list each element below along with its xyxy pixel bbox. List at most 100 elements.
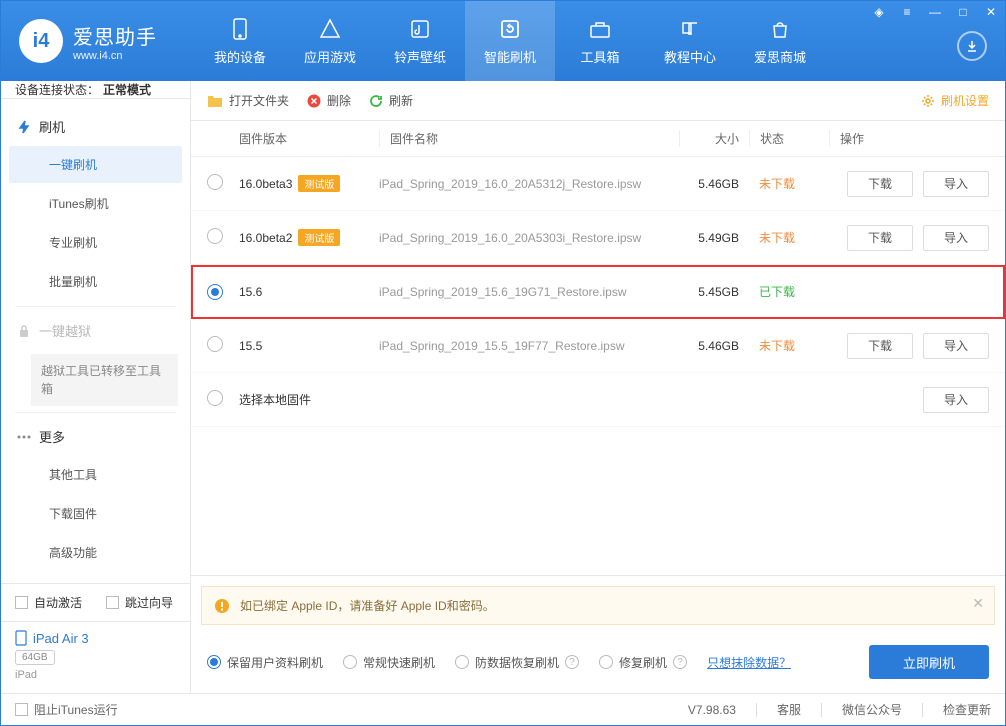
device-capacity: 64GB [15, 650, 55, 665]
nav-flash[interactable]: 智能刷机 [465, 1, 555, 81]
import-button[interactable]: 导入 [923, 333, 989, 359]
download-button[interactable]: 下载 [847, 225, 913, 251]
block-itunes-checkbox[interactable] [15, 703, 28, 716]
opt-anti-recover[interactable]: 防数据恢复刷机? [455, 654, 579, 671]
nav-toolbox[interactable]: 工具箱 [555, 1, 645, 81]
opt-normal[interactable]: 常规快速刷机 [343, 654, 435, 671]
maximize-button[interactable]: □ [949, 1, 977, 23]
firmware-version: 选择本地固件 [239, 393, 311, 407]
auto-activate-row: 自动激活 跳过向导 [1, 584, 190, 621]
opt-keep-data[interactable]: 保留用户资料刷机 [207, 654, 323, 671]
gear-icon [921, 94, 935, 108]
skip-guide-checkbox[interactable] [106, 596, 119, 609]
table-row[interactable]: 选择本地固件 导入 [191, 373, 1005, 427]
table-row[interactable]: 16.0beta2测试版 iPad_Spring_2019_16.0_20A53… [191, 211, 1005, 265]
minimize-button[interactable]: — [921, 1, 949, 23]
firmware-version: 16.0beta2 [239, 231, 292, 245]
row-radio[interactable] [207, 336, 223, 352]
appleid-warning: 如已绑定 Apple ID，请准备好 Apple ID和密码。 ✕ [201, 586, 995, 625]
sidebar: 设备连接状态： 正常模式 刷机 一键刷机 iTunes刷机 专业刷机 批量刷机 … [1, 81, 191, 693]
import-button[interactable]: 导入 [923, 225, 989, 251]
nav-label: 教程中心 [664, 47, 716, 66]
logo-area: i4 爱思助手 www.i4.cn [1, 19, 175, 63]
sidebar-flash-header[interactable]: 刷机 [1, 109, 190, 144]
sidebar-item-other[interactable]: 其他工具 [9, 456, 182, 493]
row-radio[interactable] [207, 284, 223, 300]
device-name[interactable]: iPad Air 3 [15, 630, 176, 646]
nav-store[interactable]: 爱思商城 [735, 1, 825, 81]
support-link[interactable]: 客服 [777, 701, 801, 718]
auto-activate-checkbox[interactable] [15, 596, 28, 609]
sidebar-item-advanced[interactable]: 高级功能 [9, 534, 182, 571]
download-button[interactable]: 下载 [847, 171, 913, 197]
col-version: 固件版本 [239, 130, 379, 147]
table-row[interactable]: 16.0beta3测试版 iPad_Spring_2019_16.0_20A53… [191, 157, 1005, 211]
help-icon[interactable]: ? [673, 655, 687, 669]
help-icon[interactable]: ? [565, 655, 579, 669]
footer: 阻止iTunes运行 V7.98.63 客服 微信公众号 检查更新 [1, 693, 1005, 725]
check-update-link[interactable]: 检查更新 [943, 701, 991, 718]
wechat-link[interactable]: 微信公众号 [842, 701, 902, 718]
firmware-size: 5.49GB [679, 231, 749, 245]
nav-label: 智能刷机 [484, 47, 536, 66]
flash-settings-button[interactable]: 刷机设置 [921, 92, 989, 109]
bag-icon [768, 17, 792, 41]
nav-my-device[interactable]: 我的设备 [195, 1, 285, 81]
table-header: 固件版本 固件名称 大小 状态 操作 [191, 121, 1005, 157]
firmware-status: 未下载 [759, 339, 795, 353]
delete-icon [307, 94, 321, 108]
menu-button[interactable]: ≡ [893, 1, 921, 23]
table-row[interactable]: 15.5 iPad_Spring_2019_15.5_19F77_Restore… [191, 319, 1005, 373]
row-radio[interactable] [207, 390, 223, 406]
table-body: 16.0beta3测试版 iPad_Spring_2019_16.0_20A53… [191, 157, 1005, 575]
status-mode: 正常模式 [103, 81, 151, 98]
firmware-filename: iPad_Spring_2019_16.0_20A5312j_Restore.i… [379, 177, 641, 191]
delete-button[interactable]: 删除 [307, 92, 351, 109]
nav-label: 铃声壁纸 [394, 47, 446, 66]
more-icon [17, 430, 31, 444]
firmware-size: 5.46GB [679, 339, 749, 353]
refresh-button[interactable]: 刷新 [369, 92, 413, 109]
app-version: V7.98.63 [688, 703, 736, 717]
download-button[interactable]: 下载 [847, 333, 913, 359]
opt-repair[interactable]: 修复刷机? [599, 654, 687, 671]
firmware-version: 15.5 [239, 339, 262, 353]
sidebar-item-downloads[interactable]: 下载固件 [9, 495, 182, 532]
apps-icon [318, 17, 342, 41]
import-button[interactable]: 导入 [923, 387, 989, 413]
close-button[interactable]: ✕ [977, 1, 1005, 23]
sidebar-item-pro[interactable]: 专业刷机 [9, 224, 182, 261]
nav-tutorials[interactable]: 教程中心 [645, 1, 735, 81]
download-manager-button[interactable] [957, 31, 987, 61]
col-status: 状态 [749, 130, 829, 147]
open-folder-button[interactable]: 打开文件夹 [207, 92, 289, 109]
firmware-status: 已下载 [759, 285, 795, 299]
lock-icon [17, 324, 31, 338]
nav-ringtones[interactable]: 铃声壁纸 [375, 1, 465, 81]
flash-now-button[interactable]: 立即刷机 [869, 645, 989, 679]
firmware-filename: iPad_Spring_2019_15.5_19F77_Restore.ipsw [379, 339, 625, 353]
table-row[interactable]: 15.6 iPad_Spring_2019_15.6_19G71_Restore… [191, 265, 1005, 319]
import-button[interactable]: 导入 [923, 171, 989, 197]
device-type: iPad [15, 669, 176, 681]
device-icon [15, 630, 27, 646]
row-radio[interactable] [207, 174, 223, 190]
connection-status: 设备连接状态： 正常模式 [1, 81, 190, 99]
firmware-filename: iPad_Spring_2019_16.0_20A5303i_Restore.i… [379, 231, 641, 245]
sidebar-item-oneclick[interactable]: 一键刷机 [9, 146, 182, 183]
warning-close-button[interactable]: ✕ [972, 595, 984, 612]
nav-label: 应用游戏 [304, 47, 356, 66]
nav-apps[interactable]: 应用游戏 [285, 1, 375, 81]
music-icon [408, 17, 432, 41]
skin-button[interactable]: ◈ [865, 1, 893, 23]
row-radio[interactable] [207, 228, 223, 244]
sidebar-item-itunes[interactable]: iTunes刷机 [9, 185, 182, 222]
col-ops: 操作 [829, 130, 989, 147]
sidebar-jailbreak-header: 一键越狱 [1, 313, 190, 348]
main-panel: 打开文件夹 删除 刷新 刷机设置 固件版本 固件名称 大小 状态 操作 [191, 81, 1005, 693]
sidebar-more-header[interactable]: 更多 [1, 419, 190, 454]
sidebar-item-batch[interactable]: 批量刷机 [9, 263, 182, 300]
firmware-size: 5.45GB [679, 285, 749, 299]
top-nav: 我的设备 应用游戏 铃声壁纸 智能刷机 工具箱 教程中心 爱思商城 [195, 1, 825, 81]
erase-link[interactable]: 只想抹除数据？ [707, 654, 791, 671]
